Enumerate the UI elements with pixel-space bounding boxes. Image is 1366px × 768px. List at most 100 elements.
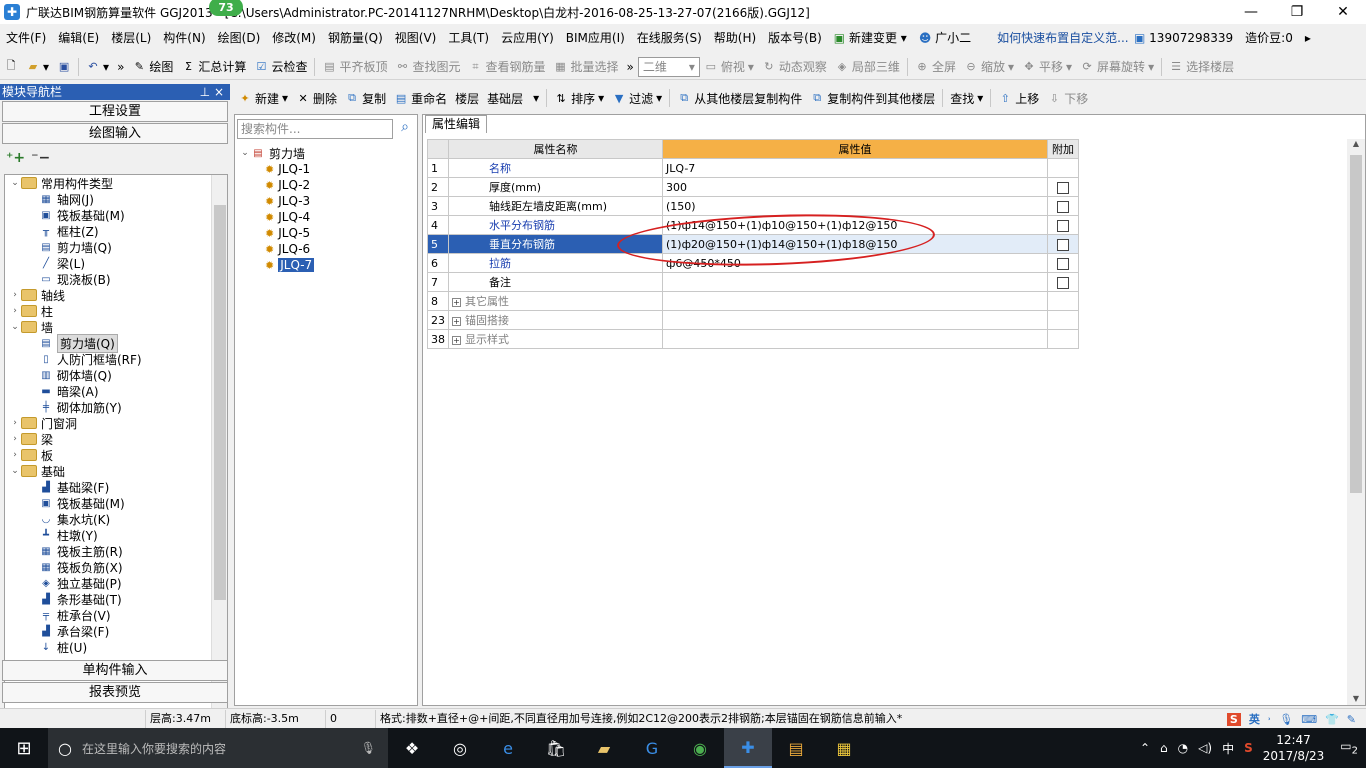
nav-tree-item[interactable]: ╱ 梁(L) [5, 255, 227, 271]
nav-tree-item[interactable]: › 柱 [5, 303, 227, 319]
component-item[interactable]: ✹ JLQ-5 [239, 225, 314, 241]
view-mode-select[interactable]: 二维 ▾ [637, 56, 700, 77]
menu-rebar[interactable]: 钢筋量(Q) [322, 27, 389, 49]
help-hint-link[interactable]: 如何快速布置自定义范... [991, 27, 1134, 49]
nav-tree-item[interactable]: ▤ 剪力墙(Q) [5, 239, 227, 255]
volume-icon[interactable]: ◁) [1198, 741, 1212, 755]
menu-version[interactable]: 版本号(B) [762, 27, 828, 49]
flat-top-button[interactable]: ▤ 平齐板顶 [318, 56, 391, 78]
component-item[interactable]: ✹ JLQ-7 [239, 257, 315, 273]
component-item[interactable]: ✹ JLQ-4 [239, 209, 314, 225]
rename-component-button[interactable]: ▤ 重命名 [390, 87, 451, 109]
tab-property-edit[interactable]: 属性编辑 [425, 115, 488, 133]
glodon-cloud-icon[interactable]: G [628, 728, 676, 768]
component-item[interactable]: ✹ JLQ-6 [239, 241, 314, 257]
property-row[interactable]: 2 厚度(mm) 300 [427, 177, 1079, 197]
nav-tree-item[interactable]: › 轴线 [5, 287, 227, 303]
move-down-button[interactable]: ⇩ 下移 [1043, 87, 1092, 109]
clock[interactable]: 12:47 2017/8/23 [1263, 732, 1325, 764]
report-preview-button[interactable]: 报表预览 [2, 682, 228, 703]
property-value-cell[interactable]: JLQ-7 [662, 158, 1048, 178]
property-value-cell[interactable]: ф6@450*450 [662, 253, 1048, 273]
open-button[interactable]: ▰ ▾ [22, 56, 53, 78]
nav-tree-item[interactable]: ╤ 桩承台(V) [5, 607, 227, 623]
batch-select-button[interactable]: ▦ 批量选择 [550, 56, 623, 78]
single-component-input-button[interactable]: 单构件输入 [2, 660, 228, 681]
nav-tree-item[interactable]: ▤ 剪力墙(Q) [5, 333, 227, 353]
close-button[interactable]: ✕ [1320, 0, 1366, 24]
wifi-icon[interactable]: ◔ [1178, 741, 1188, 755]
sogou-tray-icon[interactable]: S [1244, 741, 1253, 755]
property-value-cell[interactable]: (1)ф14@150+(1)ф10@150+(1)ф12@150 [662, 215, 1048, 235]
menu-overflow[interactable]: ▸ [1299, 27, 1317, 49]
file-explorer-icon[interactable]: ▰ [580, 728, 628, 768]
delete-component-button[interactable]: ✕ 删除 [292, 87, 341, 109]
attach-checkbox[interactable] [1057, 276, 1069, 289]
menu-modify[interactable]: 修改(M) [266, 27, 322, 49]
nav-tree-item[interactable]: ⌄ 基础 [5, 463, 227, 479]
minimize-button[interactable]: — [1228, 0, 1274, 24]
property-row[interactable]: 4 水平分布钢筋 (1)ф14@150+(1)ф10@150+(1)ф12@150 [427, 215, 1079, 235]
nav-tree-item[interactable]: ⌄ 常用构件类型 [5, 175, 227, 191]
sogou-icon[interactable]: S [1226, 712, 1241, 726]
nav-tree-item[interactable]: ▦ 筏板主筋(R) [5, 543, 227, 559]
select-floor-button[interactable]: ☰ 选择楼层 [1165, 56, 1238, 78]
new-component-button[interactable]: ✦ 新建 ▾ [234, 87, 292, 109]
component-item[interactable]: ✹ JLQ-3 [239, 193, 314, 209]
menu-draw[interactable]: 绘图(D) [212, 27, 267, 49]
taskbar-search[interactable]: ○ 在这里输入你要搜索的内容 🎙 [48, 728, 388, 768]
property-value-cell[interactable]: 300 [662, 177, 1048, 197]
search-icon[interactable]: ⌕ [395, 119, 415, 139]
attach-checkbox[interactable] [1057, 238, 1069, 251]
fullscreen-button[interactable]: ⊕ 全屏 [911, 56, 960, 78]
save-button[interactable]: ▣ [53, 56, 75, 78]
tray-lang[interactable]: 中 [1222, 740, 1234, 757]
copy-to-floor-button[interactable]: ⧉ 复制构件到其他楼层 [806, 87, 939, 109]
collapse-icon[interactable]: ⌄ [9, 178, 21, 188]
nav-tree-item[interactable]: ▣ 筏板基础(M) [5, 495, 227, 511]
nav-tree-item[interactable]: ▣ 筏板基础(M) [5, 207, 227, 223]
menu-guangxiaoer[interactable]: ☻ 广小二 [913, 27, 977, 49]
nav-tree-item[interactable]: ↓ 桩(U) [5, 639, 227, 655]
property-row[interactable]: 8 + 其它属性 [427, 291, 1079, 311]
property-row[interactable]: 1 名称 JLQ-7 [427, 158, 1079, 178]
component-item[interactable]: ✹ JLQ-1 [239, 161, 314, 177]
find-button[interactable]: 查找 ▾ [946, 87, 987, 109]
attach-checkbox[interactable] [1057, 181, 1069, 194]
property-value-cell[interactable] [662, 272, 1048, 292]
component-search-input[interactable]: 搜索构件... [237, 119, 393, 139]
find-element-button[interactable]: ⚯ 查找图元 [391, 56, 464, 78]
property-row[interactable]: 23 + 锚固搭接 [427, 310, 1079, 330]
sort-button[interactable]: ⇅ 排序 ▾ [550, 87, 608, 109]
collapse-icon[interactable]: ⌄ [9, 322, 21, 332]
nav-tree-item[interactable]: ▦ 筏板负筋(X) [5, 559, 227, 575]
green-app-icon[interactable]: ◉ [676, 728, 724, 768]
property-value-cell[interactable] [662, 291, 1048, 311]
restore-button[interactable]: ❐ [1274, 0, 1320, 24]
local-3d-button[interactable]: ◈ 局部三维 [831, 56, 904, 78]
nav-tree-item[interactable]: ▟ 条形基础(T) [5, 591, 227, 607]
nav-tree-item[interactable]: ▯ 人防门框墙(RF) [5, 351, 227, 367]
nav-tree-item[interactable]: › 门窗洞 [5, 415, 227, 431]
user-account[interactable]: ▣ 13907298339 [1128, 27, 1239, 49]
wrench-icon[interactable]: ✎ [1347, 713, 1356, 726]
scroll-up-icon[interactable]: ▲ [1347, 139, 1365, 148]
menu-tools[interactable]: 工具(T) [442, 27, 495, 49]
component-tree-root[interactable]: ⌄ ▤ 剪力墙 [239, 145, 314, 161]
nav-tree-item[interactable]: ╥ 框柱(Z) [5, 223, 227, 239]
notes-app-icon[interactable]: ▤ [772, 728, 820, 768]
price-beans[interactable]: 造价豆:0 [1239, 27, 1299, 49]
taskview-icon[interactable]: ❖ [388, 728, 436, 768]
keyboard-icon[interactable]: ⌨ [1301, 713, 1317, 726]
nav-tree-item[interactable]: ▥ 砌体墙(Q) [5, 367, 227, 383]
undo-button[interactable]: ↶ ▾ [82, 56, 113, 78]
attach-checkbox[interactable] [1057, 219, 1069, 232]
nav-tree-item[interactable]: ◈ 独立基础(P) [5, 575, 227, 591]
expand-icon[interactable]: › [9, 418, 21, 428]
drawing-input-button[interactable]: 绘图输入 [2, 123, 228, 144]
sum-calc-button[interactable]: Σ 汇总计算 [177, 56, 250, 78]
attach-checkbox[interactable] [1057, 257, 1069, 270]
menu-floor[interactable]: 楼层(L) [105, 27, 157, 49]
nav-tree-item[interactable]: ╪ 砌体加筋(Y) [5, 399, 227, 415]
network-share-icon[interactable]: ⌂ [1160, 741, 1168, 755]
